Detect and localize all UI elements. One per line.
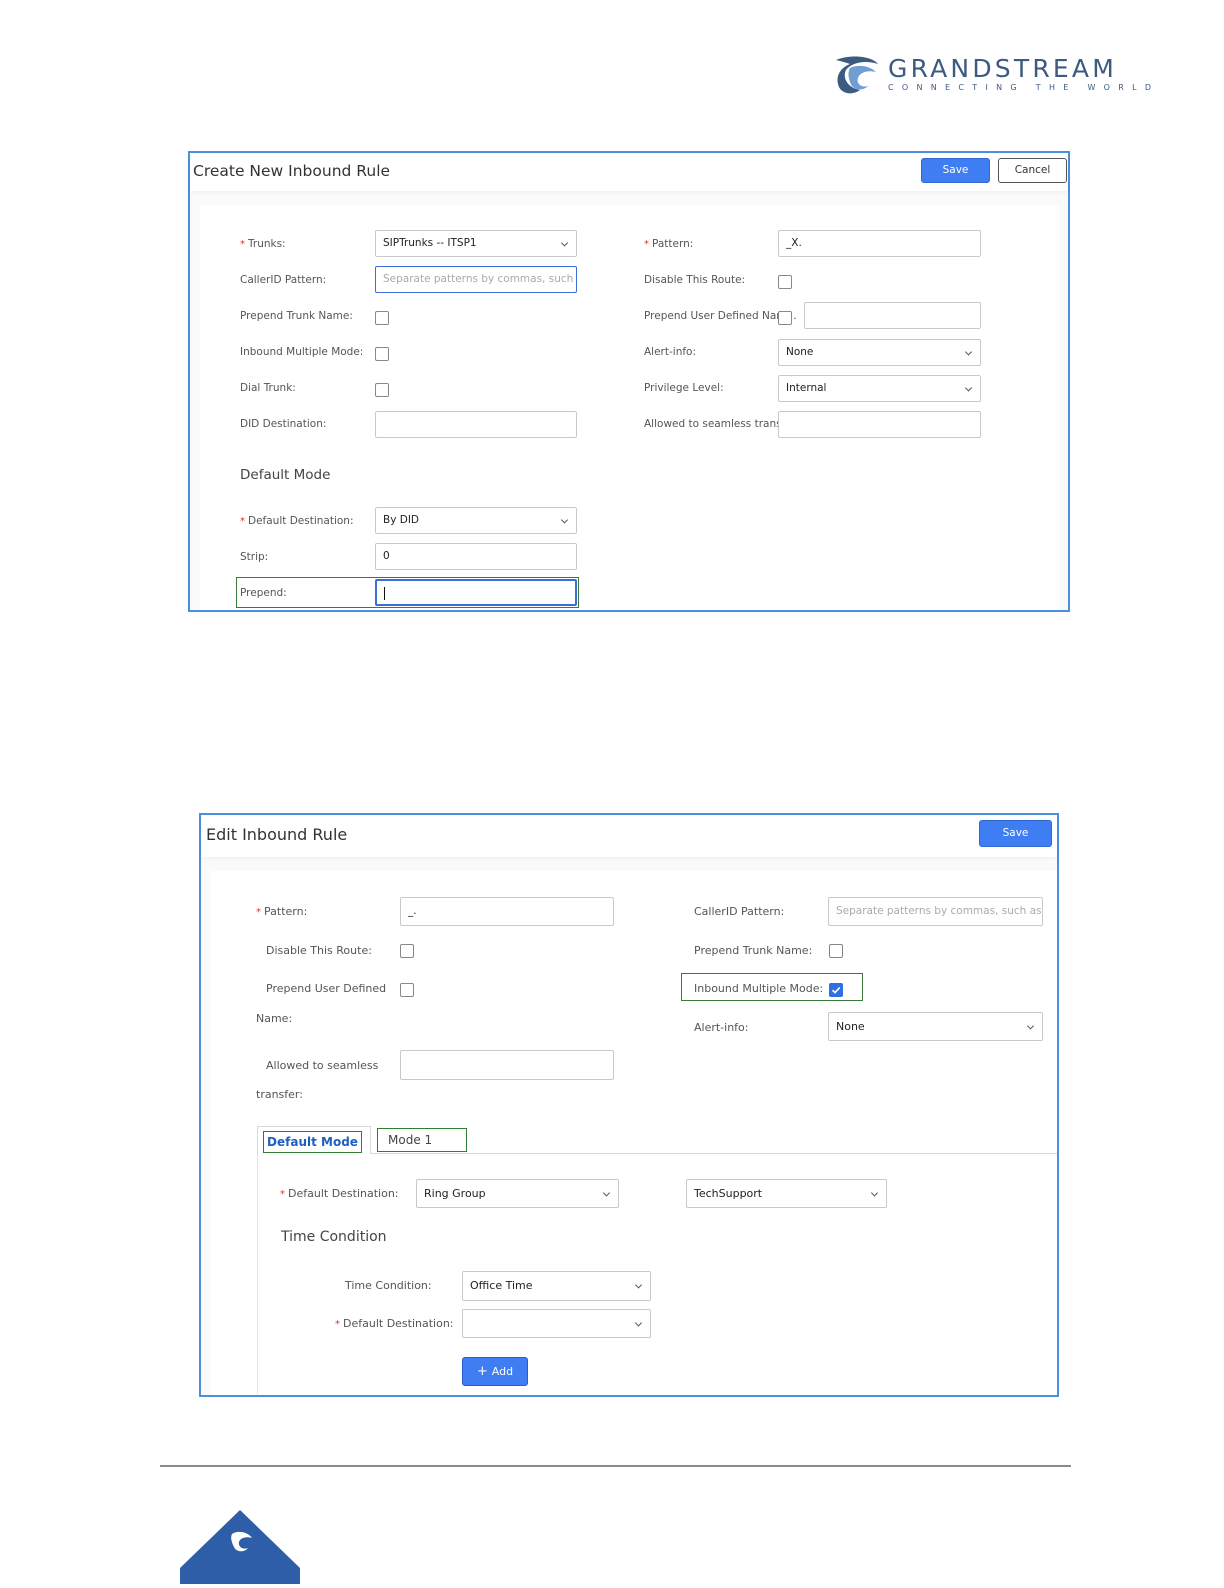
chevron-down-icon [602,1188,611,1197]
privilege-level-label: Privilege Level: [644,382,724,394]
tab-default-mode[interactable]: Default Mode [263,1131,362,1153]
edit-seamless-transfer-label-2: transfer: [256,1088,303,1101]
chevron-down-icon [964,383,973,392]
edit-prepend-trunk-name-label: Prepend Trunk Name: [694,944,813,957]
chevron-down-icon [1026,1021,1035,1030]
brand-tagline: CONNECTING THE WORLD [888,83,1160,92]
edit-default-destination-select[interactable]: Ring Group [416,1179,619,1208]
disable-route-label: Disable This Route: [644,274,746,286]
edit-prepend-user-defined-label-2: Name: [256,1012,293,1025]
time-condition-select[interactable]: Office Time [462,1271,651,1301]
cancel-button[interactable]: Cancel [998,158,1067,183]
edit-prepend-user-defined-checkbox[interactable] [400,983,414,997]
grandstream-logo-icon [832,54,880,98]
chevron-down-icon [560,238,569,247]
edit-alert-info-label: Alert-info: [694,1021,749,1034]
did-destination-label: DID Destination: [240,418,327,430]
alert-info-label: Alert-info: [644,346,697,358]
callerid-pattern-input[interactable]: Separate patterns by commas, such as "_.… [375,266,577,293]
add-button[interactable]: + Add [462,1357,528,1386]
chevron-down-icon [964,347,973,356]
time-condition-label: Time Condition: [345,1279,432,1292]
prepend-label: Prepend: [240,587,287,599]
default-destination-label: * Default Destination: [240,515,354,527]
plus-icon: + [476,1364,488,1379]
dial-trunk-checkbox[interactable] [375,383,389,397]
strip-label: Strip: [240,551,269,563]
brand-name: GRANDSTREAM [888,54,1117,83]
edit-default-destination-label: * Default Destination: [280,1187,399,1200]
privilege-level-select[interactable]: Internal [778,375,981,402]
prepend-user-defined-label: Prepend User Defined Nam... [644,310,797,322]
trunks-select[interactable]: SIPTrunks -- ITSP1 [375,230,577,257]
edit-inbound-multiple-mode-label: Inbound Multiple Mode: [694,982,824,995]
footer-logo-icon [180,1510,300,1584]
edit-callerid-pattern-label: CallerID Pattern: [694,905,785,918]
alert-info-select[interactable]: None [778,339,981,366]
footer-divider [160,1465,1071,1467]
dial-trunk-label: Dial Trunk: [240,382,296,394]
save-button[interactable]: Save [921,158,990,183]
edit-pattern-label: * Pattern: [256,905,308,918]
tabs-baseline [257,1153,1057,1154]
prepend-trunk-name-label: Prepend Trunk Name: [240,310,353,322]
chevron-down-icon [634,1318,643,1327]
edit-callerid-pattern-input[interactable]: Separate patterns by commas, such as "_.… [828,897,1043,926]
chevron-down-icon [560,515,569,524]
prepend-input[interactable] [375,579,577,606]
tabs-content-leftborder [257,1126,258,1394]
edit-prepend-user-defined-label: Prepend User Defined [266,982,387,995]
time-condition-title: Time Condition [281,1229,387,1245]
inbound-multiple-mode-label: Inbound Multiple Mode: [240,346,364,358]
callerid-pattern-label: CallerID Pattern: [240,274,327,286]
edit-seamless-transfer-input[interactable] [400,1050,614,1080]
chevron-down-icon [870,1188,879,1197]
edit-alert-info-select[interactable]: None [828,1012,1043,1041]
default-destination-select[interactable]: By DID [375,507,577,534]
edit-save-button[interactable]: Save [979,820,1052,847]
pattern-input[interactable]: _X. [778,230,981,257]
checkmark-icon [831,986,841,994]
seamless-transfer-input[interactable] [778,411,981,438]
inbound-multiple-mode-checkbox[interactable] [375,347,389,361]
edit-rule-title: Edit Inbound Rule [206,825,348,844]
prepend-trunk-name-checkbox[interactable] [375,311,389,325]
did-destination-input[interactable] [375,411,577,438]
edit-destination-target-select[interactable]: TechSupport [686,1179,887,1208]
edit-disable-route-label: Disable This Route: [266,944,372,957]
default-mode-title: Default Mode [240,467,331,483]
edit-seamless-transfer-label: Allowed to seamless [266,1059,379,1072]
edit-prepend-trunk-name-checkbox[interactable] [829,944,843,958]
prepend-user-defined-input[interactable] [804,302,981,329]
disable-route-checkbox[interactable] [778,275,792,289]
edit-pattern-input[interactable]: _. [400,897,614,926]
create-rule-title: Create New Inbound Rule [193,162,391,180]
strip-input[interactable]: 0 [375,543,577,570]
chevron-down-icon [634,1281,643,1289]
pattern-label: * Pattern: [644,238,694,250]
tc-default-destination-select[interactable] [462,1309,651,1338]
edit-inbound-multiple-mode-checkbox[interactable] [829,983,843,997]
tab-mode-1[interactable]: Mode 1 [377,1128,467,1152]
tc-default-destination-label: * Default Destination: [335,1317,454,1330]
edit-disable-route-checkbox[interactable] [400,944,414,958]
prepend-user-defined-checkbox[interactable] [778,311,792,325]
trunks-label: * Trunks: [240,238,286,250]
